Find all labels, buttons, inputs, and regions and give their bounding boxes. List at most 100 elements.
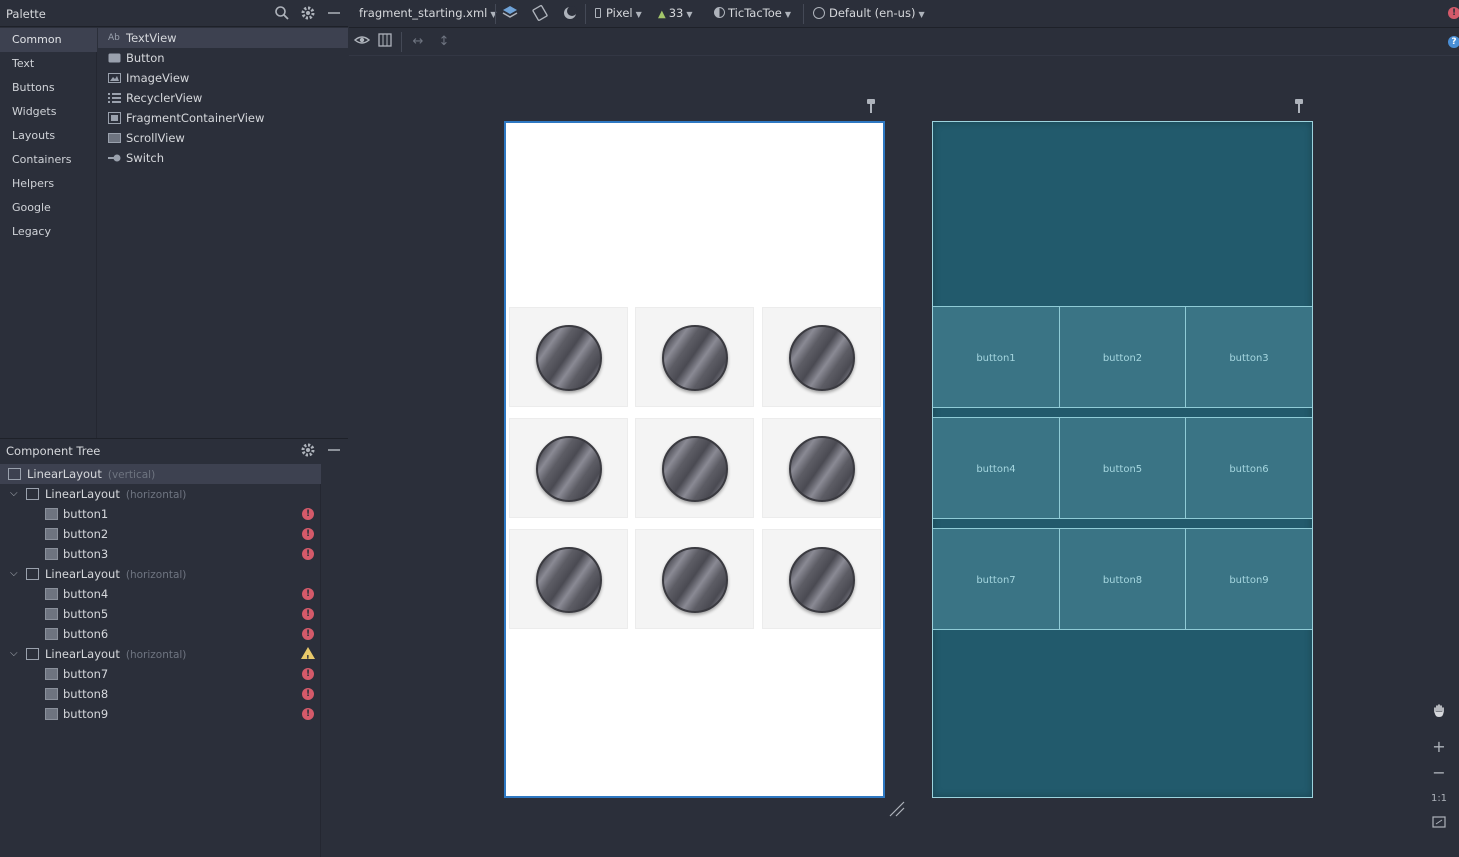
design-button4[interactable]	[509, 418, 628, 518]
tree-side-gutter	[321, 464, 348, 857]
error-icon[interactable]: !	[302, 688, 314, 700]
locale-selector[interactable]: Default (en-us) ▼	[813, 6, 925, 20]
blueprint-button3[interactable]: button3	[1186, 307, 1312, 407]
error-icon[interactable]: !	[302, 508, 314, 520]
imagebutton-icon	[45, 608, 58, 620]
palette-item-recyclerview[interactable]: RecyclerView	[98, 88, 348, 108]
palette-item-switch[interactable]: Switch	[98, 148, 348, 168]
tree-row-button8[interactable]: button8 !	[0, 684, 321, 704]
palette-item-imageview[interactable]: ImageView	[98, 68, 348, 88]
minimize-icon[interactable]	[326, 5, 342, 21]
help-icon[interactable]: ?	[1448, 36, 1459, 48]
horizontal-arrows-icon[interactable]: ↔	[407, 32, 429, 52]
tree-row-linearlayout[interactable]: ⌵ LinearLayout (horizontal) !	[0, 644, 321, 664]
device-name: Pixel	[606, 6, 633, 20]
button-image	[789, 547, 855, 613]
component-tree: LinearLayout (vertical) ⌵ LinearLayout (ho…	[0, 464, 321, 857]
blueprint-preview[interactable]: button1 button2 button3 button4 button5 …	[932, 121, 1313, 798]
palette-category-common[interactable]: Common	[0, 28, 97, 52]
zoom-in-icon[interactable]: +	[1428, 737, 1450, 757]
tree-row-button3[interactable]: button3 !	[0, 544, 321, 564]
error-icon[interactable]: !	[302, 708, 314, 720]
palette-category-buttons[interactable]: Buttons	[0, 76, 97, 100]
minimize-icon[interactable]	[326, 442, 342, 458]
chevron-down-icon[interactable]: ⌵	[10, 484, 18, 504]
palette-category-legacy[interactable]: Legacy	[0, 220, 97, 244]
globe-icon	[813, 7, 825, 19]
file-selector[interactable]: fragment_starting.xml ▼	[359, 6, 497, 20]
error-icon[interactable]: !	[302, 668, 314, 680]
blueprint-button1[interactable]: button1	[933, 307, 1060, 407]
zoom-actual-size-button[interactable]: 1:1	[1428, 789, 1450, 809]
gear-icon[interactable]	[300, 442, 316, 458]
tree-row-label: button5	[63, 607, 109, 621]
vertical-arrows-icon[interactable]: ↕	[433, 32, 455, 52]
palette-category-text[interactable]: Text	[0, 52, 97, 76]
palette-item-fragmentcontainerview[interactable]: FragmentContainerView	[98, 108, 348, 128]
night-mode-icon[interactable]	[559, 4, 581, 24]
orientation-icon[interactable]	[529, 4, 551, 24]
tree-row-root-linearlayout[interactable]: LinearLayout (vertical)	[0, 464, 321, 484]
list-icon	[108, 92, 121, 104]
search-icon[interactable]	[274, 5, 290, 21]
theme-selector[interactable]: TicTacToe ▼	[714, 6, 791, 20]
design-button5[interactable]	[635, 418, 754, 518]
palette-category-containers[interactable]: Containers	[0, 148, 97, 172]
palette-category-google[interactable]: Google	[0, 196, 97, 220]
error-icon[interactable]: !	[302, 608, 314, 620]
palette-item-button[interactable]: Button	[98, 48, 348, 68]
blueprint-button7[interactable]: button7	[933, 529, 1060, 629]
error-icon[interactable]: !	[302, 628, 314, 640]
warning-icon[interactable]: !	[301, 647, 315, 663]
design-button9[interactable]	[762, 529, 881, 629]
tree-row-button9[interactable]: button9 !	[0, 704, 321, 724]
zoom-to-fit-icon[interactable]	[1428, 815, 1450, 835]
design-button3[interactable]	[762, 307, 881, 407]
chevron-down-icon[interactable]: ⌵	[10, 564, 18, 584]
blueprint-button9[interactable]: button9	[1186, 529, 1312, 629]
blueprint-button5[interactable]: button5	[1060, 418, 1186, 518]
pan-hand-icon[interactable]	[1428, 703, 1450, 723]
tree-row-button2[interactable]: button2 !	[0, 524, 321, 544]
tree-row-button7[interactable]: button7 !	[0, 664, 321, 684]
design-button6[interactable]	[762, 418, 881, 518]
eye-icon[interactable]	[351, 32, 373, 52]
design-button1[interactable]	[509, 307, 628, 407]
linearlayout-horizontal-icon	[26, 648, 39, 660]
tree-row-linearlayout[interactable]: ⌵ LinearLayout (horizontal)	[0, 564, 321, 584]
blueprint-button6[interactable]: button6	[1186, 418, 1312, 518]
tree-row-button5[interactable]: button5 !	[0, 604, 321, 624]
palette-category-layouts[interactable]: Layouts	[0, 124, 97, 148]
blueprint-button4[interactable]: button4	[933, 418, 1060, 518]
design-button7[interactable]	[509, 529, 628, 629]
design-button2[interactable]	[635, 307, 754, 407]
gear-icon[interactable]	[300, 5, 316, 21]
device-selector[interactable]: Pixel ▼	[595, 6, 642, 20]
tree-row-button4[interactable]: button4 !	[0, 584, 321, 604]
chevron-down-icon[interactable]: ⌵	[10, 644, 18, 664]
design-button8[interactable]	[635, 529, 754, 629]
layers-icon[interactable]	[499, 4, 521, 24]
error-icon[interactable]: !	[302, 528, 314, 540]
tree-row-button1[interactable]: button1 !	[0, 504, 321, 524]
palette-category-helpers[interactable]: Helpers	[0, 172, 97, 196]
tree-row-linearlayout[interactable]: ⌵ LinearLayout (horizontal)	[0, 484, 321, 504]
error-icon[interactable]: !	[302, 588, 314, 600]
resize-handle-icon[interactable]	[888, 800, 906, 818]
divider	[495, 4, 496, 24]
blueprint-button2[interactable]: button2	[1060, 307, 1186, 407]
blueprint-toggle-icon[interactable]	[374, 32, 396, 52]
design-preview[interactable]	[504, 121, 885, 798]
palette-category-widgets[interactable]: Widgets	[0, 100, 97, 124]
pin-icon[interactable]	[866, 98, 876, 114]
error-icon[interactable]: !	[302, 548, 314, 560]
pin-icon[interactable]	[1294, 98, 1304, 114]
zoom-out-icon[interactable]: −	[1428, 763, 1450, 783]
divider	[803, 4, 804, 24]
blueprint-button8[interactable]: button8	[1060, 529, 1186, 629]
tree-row-button6[interactable]: button6 !	[0, 624, 321, 644]
api-level-selector[interactable]: ▲ 33 ▼	[658, 6, 693, 20]
error-icon[interactable]: !	[1448, 7, 1459, 19]
palette-item-textview[interactable]: Ab TextView	[98, 28, 348, 48]
palette-item-scrollview[interactable]: ScrollView	[98, 128, 348, 148]
